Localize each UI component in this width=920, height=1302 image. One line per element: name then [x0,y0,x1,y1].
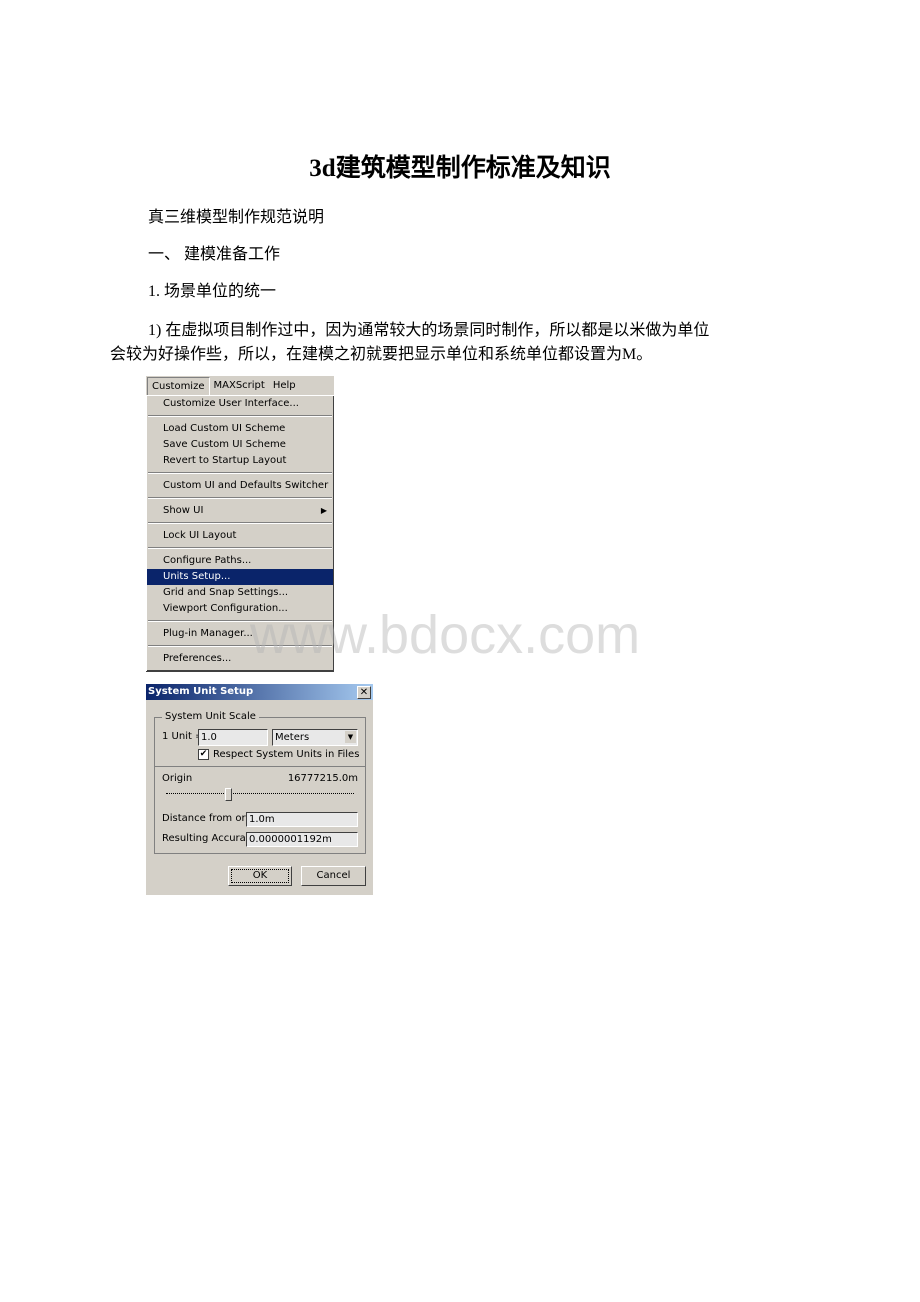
origin-slider-handle[interactable] [225,788,232,801]
menu-item-configure-paths[interactable]: Configure Paths... [147,553,333,569]
menu-separator [147,469,333,478]
divider [155,766,365,767]
menu-customize[interactable]: Customize [147,376,210,395]
menu-item-defaults-switcher[interactable]: Custom UI and Defaults Switcher [147,478,333,494]
system-unit-setup-dialog: System Unit Setup ✕ System Unit Scale 1 U… [146,684,373,895]
unit-type-select[interactable]: Meters ▼ [272,729,358,746]
menu-item-lock-layout[interactable]: Lock UI Layout [147,528,333,544]
menu-item-revert-layout[interactable]: Revert to Startup Layout [147,453,333,469]
menu-separator [147,519,333,528]
respect-units-label: Respect System Units in Files [213,749,360,760]
menu-help[interactable]: Help [269,377,300,394]
ok-button[interactable]: OK [228,866,292,886]
menu-separator [147,412,333,421]
dialog-title: System Unit Setup [148,686,254,697]
accuracy-field: 0.0000001192m [246,832,358,847]
menu-item-units-setup[interactable]: Units Setup... [147,569,333,585]
origin-slider-track[interactable] [166,793,354,794]
menu-item-load-scheme[interactable]: Load Custom UI Scheme [147,421,333,437]
menu-item-show-ui[interactable]: Show UI ▶ [147,503,333,519]
menu-separator [147,494,333,503]
paragraph: 会较为好操作些，所以，在建模之初就要把显示单位和系统单位都设置为M。 [110,346,653,363]
menu-item-save-scheme[interactable]: Save Custom UI Scheme [147,437,333,453]
group-label: System Unit Scale [162,711,259,722]
menu-item-customize-ui[interactable]: Customize User Interface... [147,396,333,412]
menu-item-grid-snap[interactable]: Grid and Snap Settings... [147,585,333,601]
chevron-down-icon: ▼ [345,731,356,743]
unit-type-value: Meters [275,732,310,743]
paragraph: 1. 场景单位的统一 [148,283,277,300]
paragraph: 一、 建模准备工作 [148,246,281,263]
watermark: www.bdocx.com [250,605,641,665]
unit-value-input[interactable]: 1.0 [198,729,268,746]
cancel-button[interactable]: Cancel [301,866,366,886]
menu-item-label: Show UI [163,505,204,516]
menu-bar: Customize MAXScript Help [146,376,334,396]
respect-units-checkbox[interactable]: ✔ [198,749,209,760]
submenu-arrow-icon: ▶ [320,506,327,515]
page-title: 3d建筑模型制作标准及知识 [309,155,611,182]
menu-maxscript[interactable]: MAXScript [210,377,269,394]
document-page: 3d建筑模型制作标准及知识 真三维模型制作规范说明 一、 建模准备工作 1. 场… [0,0,920,1302]
paragraph: 真三维模型制作规范说明 [148,209,325,226]
menu-separator [147,544,333,553]
close-icon[interactable]: ✕ [357,686,371,699]
dialog-title-bar: System Unit Setup ✕ [146,684,373,700]
origin-value: 16777215.0m [287,773,358,784]
origin-label: Origin [162,773,193,784]
distance-input[interactable]: 1.0m [246,812,358,827]
paragraph: 1) 在虚拟项目制作过中，因为通常较大的场景同时制作，所以都是以米做为单位 [148,322,710,339]
